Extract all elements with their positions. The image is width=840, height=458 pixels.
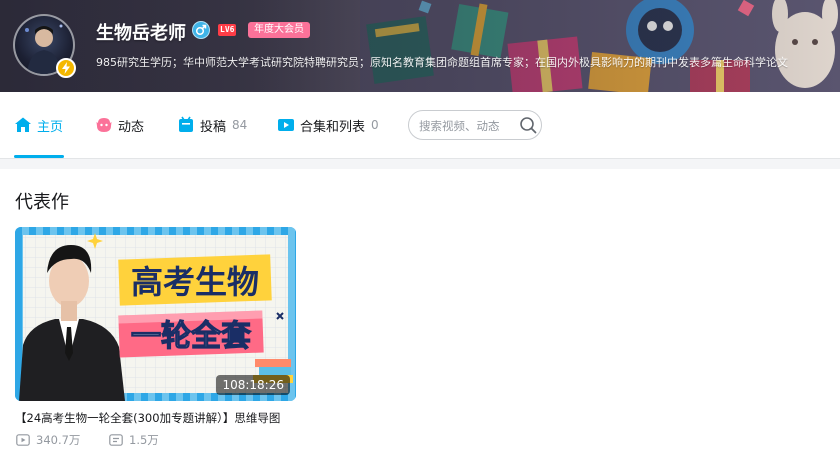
- danmaku-icon: [109, 434, 123, 446]
- avatar-container[interactable]: [13, 14, 76, 78]
- upload-count: 84: [232, 118, 248, 132]
- section-title: 代表作: [15, 192, 69, 213]
- tab-collections-label: 合集和列表: [300, 119, 366, 135]
- collection-count: 0: [371, 118, 379, 132]
- play-count-icon: [16, 434, 30, 446]
- tab-collections[interactable]: 合集和列表 0: [277, 92, 379, 158]
- upload-icon: [177, 116, 195, 134]
- verified-lightning-icon: [56, 58, 76, 78]
- level-badge: LV6: [218, 24, 237, 36]
- banner-shade: [0, 0, 840, 92]
- dynamic-icon: [95, 116, 113, 134]
- video-title[interactable]: 【24高考生物一轮全套(300加专题讲解）】思维导图: [15, 410, 305, 426]
- user-bio: 985研究生学历；华中师范大学考试研究院特聘研究员；原知名教育集团命题组首席专家…: [96, 56, 788, 69]
- male-gender-icon: [192, 21, 210, 39]
- tab-home-label: 主页: [37, 119, 64, 135]
- section-divider: [0, 158, 840, 169]
- cover-title-line1: 高考生物: [131, 263, 259, 301]
- tab-home[interactable]: 主页: [14, 92, 63, 158]
- profile-banner: [0, 0, 840, 92]
- tab-upload-label: 投稿: [200, 119, 227, 135]
- play-count-value: 340.7万: [36, 433, 81, 447]
- username: 生物岳老师: [96, 23, 186, 44]
- vip-badge[interactable]: 年度大会员: [248, 22, 310, 38]
- danmaku-count: 1.5万: [109, 432, 159, 448]
- play-count: 340.7万: [16, 432, 80, 448]
- video-duration: 108:18:26: [216, 375, 290, 395]
- search-box[interactable]: [408, 110, 542, 140]
- tab-dynamic-label: 动态: [118, 119, 145, 135]
- search-icon[interactable]: [519, 116, 537, 134]
- tab-upload[interactable]: 投稿 84: [177, 92, 247, 158]
- cover-title-line2: 一轮全套: [131, 319, 251, 354]
- home-icon: [14, 116, 32, 134]
- video-cover[interactable]: 高考生物 一轮全套 108:18:26: [15, 227, 296, 401]
- tab-dynamic[interactable]: 动态: [95, 92, 144, 158]
- danmaku-count-value: 1.5万: [129, 433, 159, 447]
- search-input[interactable]: [419, 117, 514, 134]
- collection-icon: [277, 116, 295, 134]
